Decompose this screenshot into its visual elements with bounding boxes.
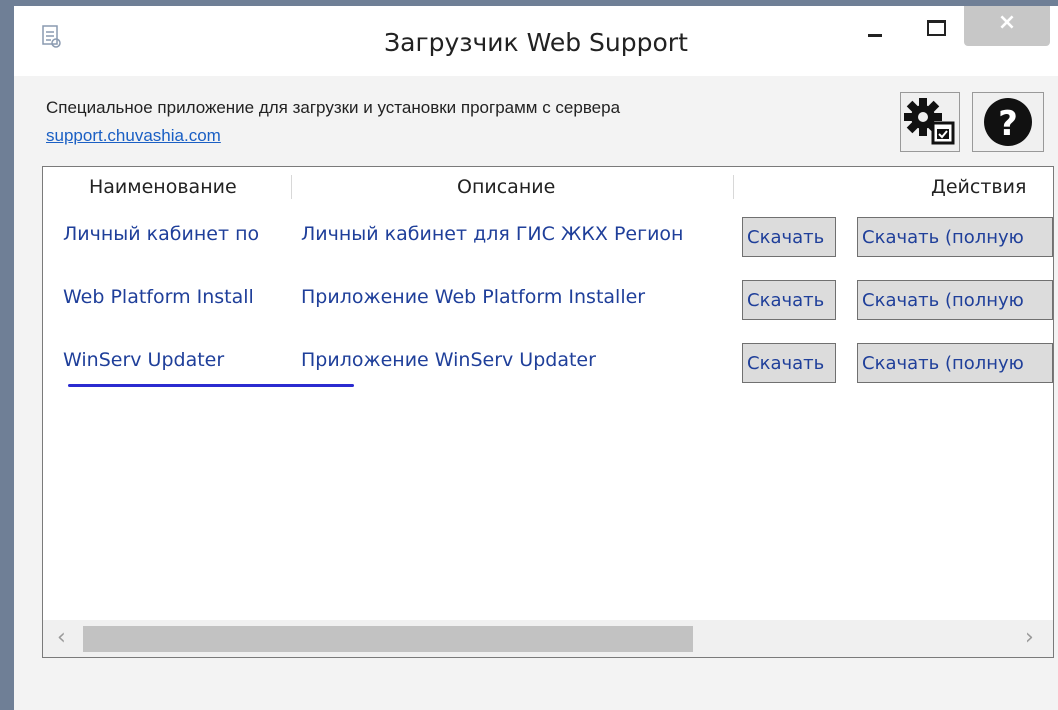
row-name: Личный кабинет по [63, 223, 260, 245]
help-icon: ? [984, 98, 1032, 146]
row-name: Web Platform Install [63, 286, 254, 308]
scroll-right-icon[interactable]: › [1025, 625, 1034, 650]
svg-text:?: ? [998, 104, 1018, 144]
help-button[interactable]: ? [972, 92, 1044, 152]
table-row[interactable]: Web Platform Install Приложение Web Plat… [43, 272, 1053, 332]
column-divider[interactable] [291, 175, 292, 199]
scrollbar-thumb[interactable] [83, 626, 693, 652]
server-link[interactable]: support.chuvashia.com [46, 126, 221, 146]
download-full-button[interactable]: Скачать (полную [857, 343, 1053, 383]
close-button[interactable]: × [964, 6, 1050, 46]
app-window: Загрузчик Web Support × Специальное прил… [14, 6, 1058, 710]
download-full-button[interactable]: Скачать (полную [857, 280, 1053, 320]
close-icon: × [997, 10, 1017, 35]
download-button[interactable]: Скачать [742, 280, 836, 320]
column-header-description[interactable]: Описание [457, 167, 555, 207]
settings-gear-icon [904, 98, 955, 145]
desktop-edge [0, 0, 14, 710]
title-bar[interactable]: Загрузчик Web Support × [14, 6, 1058, 76]
programs-grid: Наименование Описание Действия Личный ка… [42, 166, 1054, 658]
column-header-actions[interactable]: Действия [931, 167, 1026, 207]
column-header-name[interactable]: Наименование [89, 167, 237, 207]
scroll-left-icon[interactable]: ‹ [57, 625, 66, 650]
maximize-button[interactable] [910, 6, 960, 46]
window-title: Загрузчик Web Support [384, 28, 688, 57]
highlight-underline [68, 384, 354, 387]
row-name: WinServ Updater [63, 349, 225, 371]
row-description: Приложение Web Platform Installer [301, 286, 646, 308]
row-description: Личный кабинет для ГИС ЖКХ Регион [301, 223, 684, 245]
minimize-button[interactable] [850, 6, 900, 46]
download-button[interactable]: Скачать [742, 217, 836, 257]
download-full-button[interactable]: Скачать (полную [857, 217, 1053, 257]
column-divider[interactable] [733, 175, 734, 199]
download-button[interactable]: Скачать [742, 343, 836, 383]
app-description: Специальное приложение для загрузки и ус… [46, 98, 621, 117]
table-row[interactable]: Личный кабинет по Личный кабинет для ГИС… [43, 209, 1053, 269]
row-description: Приложение WinServ Updater [301, 349, 596, 371]
settings-button[interactable] [900, 92, 960, 152]
horizontal-scrollbar[interactable]: ‹ › [43, 620, 1053, 657]
